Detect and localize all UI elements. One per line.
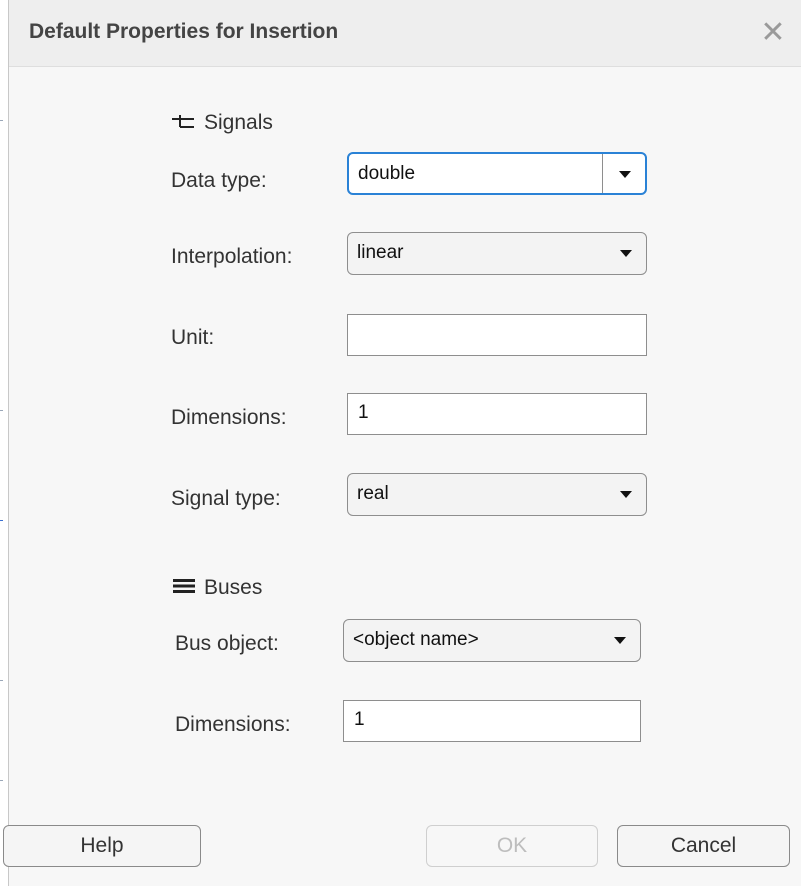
signal-dimensions-field[interactable]: 1 <box>347 393 647 435</box>
background-tick <box>0 680 3 681</box>
bus-object-label: Bus object: <box>175 632 279 655</box>
dropdown-separator <box>602 154 603 193</box>
background-tick <box>0 120 3 121</box>
default-properties-dialog: Default Properties for Insertion ✕ Signa… <box>3 0 801 886</box>
data-type-dropdown[interactable]: double <box>347 152 647 195</box>
signal-type-dropdown[interactable]: real <box>347 473 647 516</box>
background-tick <box>0 410 3 411</box>
close-icon[interactable]: ✕ <box>756 16 790 50</box>
bus-dimensions-label: Dimensions: <box>175 713 291 736</box>
data-type-label: Data type: <box>171 169 267 192</box>
data-type-value: double <box>358 163 416 184</box>
cancel-button[interactable]: Cancel <box>617 825 790 867</box>
interpolation-label: Interpolation: <box>171 245 293 268</box>
chevron-down-icon[interactable] <box>620 491 632 498</box>
unit-field[interactable] <box>347 314 647 356</box>
chevron-down-icon[interactable] <box>620 250 632 257</box>
buses-section-label: Buses <box>204 576 263 599</box>
background-tick <box>0 780 3 781</box>
help-button[interactable]: Help <box>3 825 201 867</box>
bus-icon <box>173 579 195 593</box>
chevron-down-icon[interactable] <box>619 171 631 178</box>
bus-object-dropdown[interactable]: <object name> <box>343 619 641 662</box>
signal-dimensions-label: Dimensions: <box>171 406 287 429</box>
title-bar[interactable]: Default Properties for Insertion ✕ <box>9 0 801 67</box>
bus-object-value: <object name> <box>353 629 479 650</box>
interpolation-value: linear <box>357 242 404 263</box>
dialog-title: Default Properties for Insertion <box>29 20 339 43</box>
interpolation-dropdown[interactable]: linear <box>347 232 647 275</box>
signal-type-label: Signal type: <box>171 487 281 510</box>
signal-type-value: real <box>357 483 389 504</box>
ok-button[interactable]: OK <box>426 825 598 867</box>
unit-label: Unit: <box>171 326 215 349</box>
chevron-down-icon[interactable] <box>614 637 626 644</box>
signals-section-label: Signals <box>204 111 273 134</box>
bus-dimensions-field[interactable]: 1 <box>343 700 641 742</box>
background-tick <box>0 520 3 521</box>
signal-icon <box>172 115 194 128</box>
